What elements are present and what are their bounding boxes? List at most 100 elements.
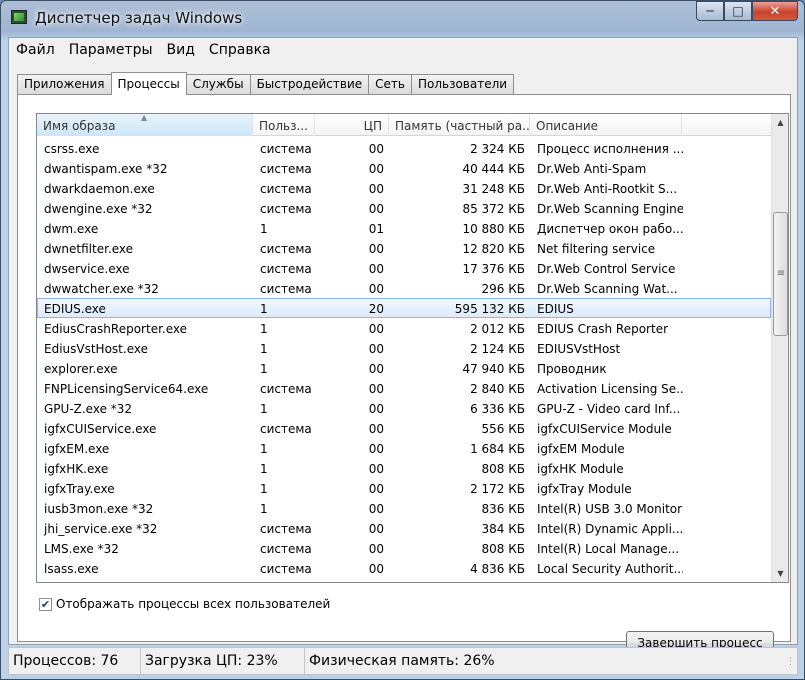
tab-networking[interactable]: Сеть	[368, 74, 412, 94]
process-row[interactable]: dwservice.exe система 00 17 376 КБ Dr.Web Co…	[37, 258, 771, 278]
process-user: 1	[260, 402, 268, 416]
process-description: Проводник	[537, 362, 607, 376]
scroll-down-button[interactable]: ▼	[772, 565, 788, 582]
close-button[interactable]: ✕	[752, 1, 798, 21]
process-row[interactable]: dwengine.exe *32 система 00 85 372 КБ Dr.Web…	[37, 198, 771, 218]
process-row[interactable]: EDIUS.exe 1 20 595 132 КБ EDIUS	[37, 298, 771, 318]
process-cpu: 00	[368, 442, 384, 456]
process-cpu: 01	[368, 222, 384, 236]
scroll-up-button[interactable]: ▲	[772, 114, 788, 131]
process-cpu: 00	[368, 282, 384, 296]
process-description: igfxTray Module	[537, 482, 632, 496]
task-manager-icon	[11, 10, 27, 24]
process-row[interactable]: jhi_service.exe *32 система 00 384 КБ Intel(…	[37, 518, 771, 538]
tab-strip: Приложения Процессы Службы Быстродействи…	[17, 72, 515, 95]
process-memory: 40 444 КБ	[462, 162, 525, 176]
process-description: Intel(R) USB 3.0 Monitor	[537, 502, 683, 516]
tab-applications[interactable]: Приложения	[17, 74, 112, 94]
process-name: FNPLicensingService64.exe	[44, 382, 209, 396]
process-description: Local Security Authorit...	[537, 562, 683, 576]
process-memory: 1 684 КБ	[470, 442, 525, 456]
process-row[interactable]: iusb3mon.exe *32 1 00 836 КБ Intel(R) USB 3.…	[37, 498, 771, 518]
process-row[interactable]: dwwatcher.exe *32 система 00 296 КБ Dr.Web S…	[37, 278, 771, 298]
process-name: jhi_service.exe *32	[44, 522, 158, 536]
process-user: система	[260, 182, 312, 196]
process-name: dwnetfilter.exe	[44, 242, 134, 256]
column-image-name-label: Имя образа	[43, 119, 116, 133]
status-process-count: Процессов: 76	[9, 648, 141, 674]
process-row[interactable]: LMS.exe *32 система 00 808 КБ Intel(R) Local…	[37, 538, 771, 558]
process-memory: 2 172 КБ	[470, 482, 525, 496]
process-list[interactable]: ▲ Имя образа Польз... ЦП Память (частный…	[36, 113, 789, 583]
process-user: 1	[260, 222, 268, 236]
process-name: igfxCUIService.exe	[44, 422, 157, 436]
process-memory: 4 836 КБ	[470, 562, 525, 576]
client-area: Файл Параметры Вид Справка Приложения Пр…	[8, 37, 798, 655]
process-cpu: 00	[368, 242, 384, 256]
process-description: Dr.Web Scanning Wat...	[537, 282, 678, 296]
maximize-button[interactable]: □	[724, 1, 752, 21]
process-description: Процесс исполнения ...	[537, 142, 683, 156]
column-description[interactable]: Описание	[530, 114, 682, 136]
arrow-down-icon: ▼	[777, 569, 784, 578]
tab-processes[interactable]: Процессы	[110, 72, 187, 95]
process-description: Activation Licensing Se...	[537, 382, 683, 396]
menu-options[interactable]: Параметры	[62, 38, 160, 62]
process-row[interactable]: FNPLicensingService64.exe система 00 2 840 …	[37, 378, 771, 398]
minimize-button[interactable]: ─	[696, 1, 724, 21]
process-description: Intel(R) Dynamic Appli...	[537, 522, 683, 536]
vertical-scrollbar[interactable]: ▲ ≡ ▼	[771, 114, 788, 582]
process-row[interactable]: dwantispam.exe *32 система 00 40 444 КБ Dr.W…	[37, 158, 771, 178]
show-all-users-option[interactable]: ✔ Отображать процессы всех пользователей	[39, 597, 330, 611]
process-cpu: 00	[368, 162, 384, 176]
column-description-label: Описание	[536, 119, 599, 133]
process-memory: 556 КБ	[481, 422, 525, 436]
process-row[interactable]: igfxTray.exe 1 00 2 172 КБ igfxTray Module	[37, 478, 771, 498]
column-filler	[682, 114, 771, 136]
process-user: система	[260, 142, 312, 156]
process-user: 1	[260, 342, 268, 356]
process-user: система	[260, 282, 312, 296]
process-row[interactable]: GPU-Z.exe *32 1 00 6 336 КБ GPU-Z - Video ca…	[37, 398, 771, 418]
process-cpu: 00	[368, 562, 384, 576]
tab-users[interactable]: Пользователи	[410, 74, 515, 94]
task-manager-window: Диспетчер задач Windows ─ □ ✕ Файл Парам…	[0, 0, 805, 680]
process-row[interactable]: dwm.exe 1 01 10 880 КБ Диспетчер окон рабо..…	[37, 218, 771, 238]
resize-grip-icon[interactable]: ⋮	[783, 658, 795, 672]
menu-help[interactable]: Справка	[202, 38, 278, 62]
menu-bar: Файл Параметры Вид Справка	[9, 38, 278, 62]
arrow-up-icon: ▲	[777, 118, 784, 127]
process-memory: 6 336 КБ	[470, 402, 525, 416]
process-name: dwservice.exe	[44, 262, 130, 276]
show-all-users-checkbox[interactable]: ✔	[39, 597, 52, 611]
process-row[interactable]: igfxHK.exe 1 00 808 КБ igfxHK Module	[37, 458, 771, 478]
process-row[interactable]: igfxEM.exe 1 00 1 684 КБ igfxEM Module	[37, 438, 771, 458]
process-row[interactable]: explorer.exe 1 00 47 940 КБ Проводник	[37, 358, 771, 378]
process-row[interactable]: lsass.exe система 00 4 836 КБ Local Security…	[37, 558, 771, 578]
process-row[interactable]: dwarkdaemon.exe система 00 31 248 КБ Dr.Web …	[37, 178, 771, 198]
process-cpu: 00	[368, 422, 384, 436]
process-memory: 31 248 КБ	[462, 182, 525, 196]
column-image-name[interactable]: ▲ Имя образа	[37, 114, 253, 136]
process-row[interactable]: EdiusCrashReporter.exe 1 00 2 012 КБ EDIUS C…	[37, 318, 771, 338]
column-cpu[interactable]: ЦП	[315, 114, 389, 136]
process-row[interactable]: dwnetfilter.exe система 00 12 820 КБ Net fil…	[37, 238, 771, 258]
process-row[interactable]: csrss.exe система 00 2 324 КБ Процесс исполн…	[37, 138, 771, 158]
process-cpu: 00	[368, 382, 384, 396]
menu-view[interactable]: Вид	[160, 38, 202, 62]
menu-file[interactable]: Файл	[9, 38, 62, 62]
process-name: iusb3mon.exe *32	[44, 502, 154, 516]
tab-performance[interactable]: Быстродействие	[249, 74, 370, 94]
title-bar[interactable]: Диспетчер задач Windows ─ □ ✕	[1, 1, 804, 37]
scrollbar-thumb[interactable]: ≡	[773, 212, 788, 336]
show-all-users-label: Отображать процессы всех пользователей	[56, 597, 331, 611]
process-user: 1	[260, 442, 268, 456]
process-cpu: 00	[368, 402, 384, 416]
process-description: Dr.Web Anti-Rootkit S...	[537, 182, 678, 196]
process-row[interactable]: EdiusVstHost.exe 1 00 2 124 КБ EDIUSVstHost	[37, 338, 771, 358]
column-user[interactable]: Польз...	[253, 114, 315, 136]
column-memory[interactable]: Память (частный ра...	[389, 114, 530, 136]
process-row[interactable]: igfxCUIService.exe система 00 556 КБ igfxCUI…	[37, 418, 771, 438]
close-icon: ✕	[769, 3, 781, 19]
tab-services[interactable]: Службы	[185, 74, 251, 94]
